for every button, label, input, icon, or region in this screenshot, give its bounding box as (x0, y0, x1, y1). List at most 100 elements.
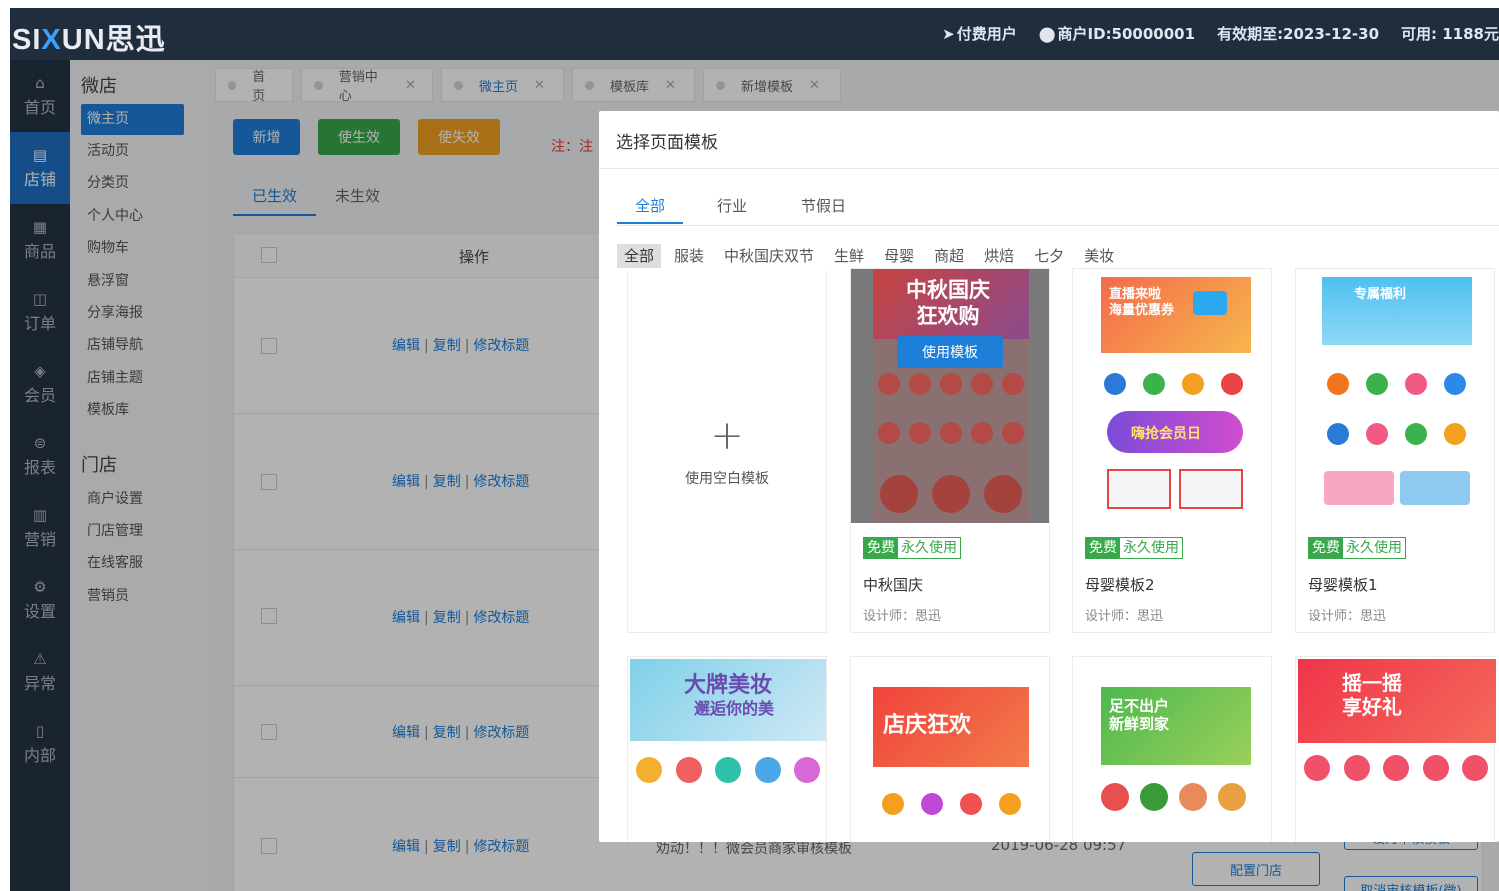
preview-banner-text: 专属福利 (1354, 287, 1407, 302)
free-badge: 免费 永久使用 (1085, 537, 1183, 559)
preview-icon (881, 793, 904, 815)
divider (617, 225, 1499, 226)
template-card[interactable]: 摇一摇 享好礼 (1295, 656, 1496, 842)
template-preview: 中秋国庆 狂欢购 使用模板 (851, 269, 1049, 523)
preview-icons (873, 475, 1029, 513)
template-card[interactable]: 足不出户 新鲜到家 (1072, 656, 1272, 842)
topbar: SIXUN思迅 ➤ 付费用户 ⬤ 商户ID:50000001 有效期至:2023-1… (10, 8, 1499, 60)
promo-box (1400, 471, 1470, 505)
product-box (1107, 469, 1171, 509)
tab-industry[interactable]: 行业 (699, 191, 765, 224)
template-card[interactable]: 专属福利 免费 永久使用 母婴模板1 设计师：思迅 (1295, 268, 1495, 633)
preview-icons (1095, 373, 1251, 395)
category-baby[interactable]: 母婴 (877, 244, 921, 268)
preview-icons (873, 373, 1029, 395)
logo[interactable]: SIXUN思迅 (12, 16, 166, 58)
preview-icon (1462, 755, 1488, 781)
preview-icon (984, 475, 1022, 513)
preview-icons (1304, 755, 1488, 781)
promo-box (1324, 471, 1394, 505)
forever-label: 永久使用 (1346, 540, 1402, 556)
category-all[interactable]: 全部 (617, 244, 662, 268)
preview-icon (1002, 422, 1025, 444)
preview-banner-text: 中秋国庆 狂欢购 (906, 277, 990, 328)
preview-icon (1443, 373, 1466, 395)
preview-icon (1139, 783, 1168, 811)
free-label: 免费 (1086, 538, 1120, 558)
modal-tabs: 全部 行业 节假日 (617, 191, 864, 224)
preview-icons (873, 793, 1029, 815)
divider (599, 168, 1499, 169)
template-name: 母婴模板1 (1308, 576, 1378, 594)
template-card[interactable]: 直播来啦 海量优惠券 嗨抢会员日 免费 永久使用 母婴模板2 设计师：思迅 (1072, 268, 1272, 633)
modal-title: 选择页面模板 (616, 133, 718, 153)
send-icon: ➤ (942, 24, 955, 43)
play-icon (1193, 291, 1227, 315)
paid-user: ➤ 付费用户 (942, 23, 1017, 44)
preview-icon (932, 475, 970, 513)
category-filter: 全部 服装 中秋国庆双节 生鲜 母婴 商超 烘焙 七夕 美妆 (617, 244, 1127, 268)
free-badge: 免费 永久使用 (1308, 537, 1406, 559)
preview-icon (959, 793, 982, 815)
template-picker-modal: 选择页面模板 全部 行业 节假日 全部 服装 中秋国庆双节 生鲜 母婴 商超 烘… (599, 111, 1499, 842)
preview-icon (715, 757, 741, 783)
template-name: 中秋国庆 (863, 576, 924, 594)
preview-banner-text: 店庆狂欢 (883, 712, 972, 738)
free-label: 免费 (1309, 538, 1343, 558)
merchant-id: ⬤ 商户ID:50000001 (1039, 23, 1195, 44)
preview-icon (877, 373, 900, 395)
blank-template-card[interactable]: + 使用空白模板 (627, 271, 827, 633)
preview-icon (1404, 423, 1427, 445)
tab-all[interactable]: 全部 (617, 191, 684, 224)
preview-banner-text: 足不出户 新鲜到家 (1109, 697, 1170, 733)
preview-icons (873, 422, 1029, 444)
preview-icons (1095, 783, 1251, 811)
frame-top (0, 0, 1499, 8)
preview-icon (675, 757, 702, 783)
preview-icon (1326, 373, 1349, 395)
category-clothing[interactable]: 服装 (667, 244, 711, 268)
use-template-button[interactable]: 使用模板 (897, 336, 1003, 368)
free-badge: 免费 永久使用 (863, 537, 961, 559)
plus-icon: + (710, 412, 744, 459)
template-designer: 设计师：思迅 (863, 609, 942, 624)
forever-label: 永久使用 (901, 540, 957, 556)
template-card[interactable]: 中秋国庆 狂欢购 使用模板 免费 永久使用 中秋国庆 设计师：思迅 (850, 268, 1050, 633)
preview-icon (1142, 373, 1165, 395)
preview-icon (1404, 373, 1427, 395)
preview-icon (1365, 373, 1388, 395)
template-designer: 设计师：思迅 (1085, 609, 1164, 624)
template-name: 母婴模板2 (1085, 576, 1155, 594)
preview-icon (794, 757, 820, 783)
drop-icon: ⬤ (1038, 24, 1056, 43)
category-cosmetics[interactable]: 美妆 (1077, 244, 1121, 268)
preview-icon (1343, 755, 1370, 781)
preview-icon (1178, 783, 1207, 811)
category-fresh[interactable]: 生鲜 (827, 244, 871, 268)
category-qixi[interactable]: 七夕 (1027, 244, 1071, 268)
preview-banner-subtext: 邂逅你的美 (694, 699, 775, 718)
preview-icon (1100, 783, 1129, 811)
preview-icon (971, 373, 994, 395)
preview-icons (1318, 423, 1474, 445)
template-card[interactable]: 大牌美妆 邂逅你的美 (627, 656, 827, 842)
blank-template-label: 使用空白模板 (685, 470, 769, 487)
tab-holiday[interactable]: 节假日 (783, 191, 864, 224)
preview-icon (1103, 373, 1126, 395)
preview-banner-text: 摇一摇 享好礼 (1342, 671, 1402, 719)
preview-icons (636, 757, 820, 783)
template-card[interactable]: 店庆狂欢 (850, 656, 1050, 842)
expiry-date: 有效期至:2023-12-30 (1217, 25, 1380, 43)
preview-icons (1318, 373, 1474, 395)
category-mid-autumn[interactable]: 中秋国庆双节 (717, 244, 821, 268)
preview-icon (1002, 373, 1025, 395)
forever-label: 永久使用 (1123, 540, 1179, 556)
preview-icon (754, 757, 781, 783)
preview-icon (636, 757, 662, 783)
topbar-info: ➤ 付费用户 ⬤ 商户ID:50000001 有效期至:2023-12-30 可用:… (942, 23, 1499, 44)
category-supermarket[interactable]: 商超 (927, 244, 971, 268)
preview-icon (880, 475, 918, 513)
category-bakery[interactable]: 烘焙 (977, 244, 1021, 268)
preview-icon (939, 373, 962, 395)
preview-icon (1365, 423, 1388, 445)
